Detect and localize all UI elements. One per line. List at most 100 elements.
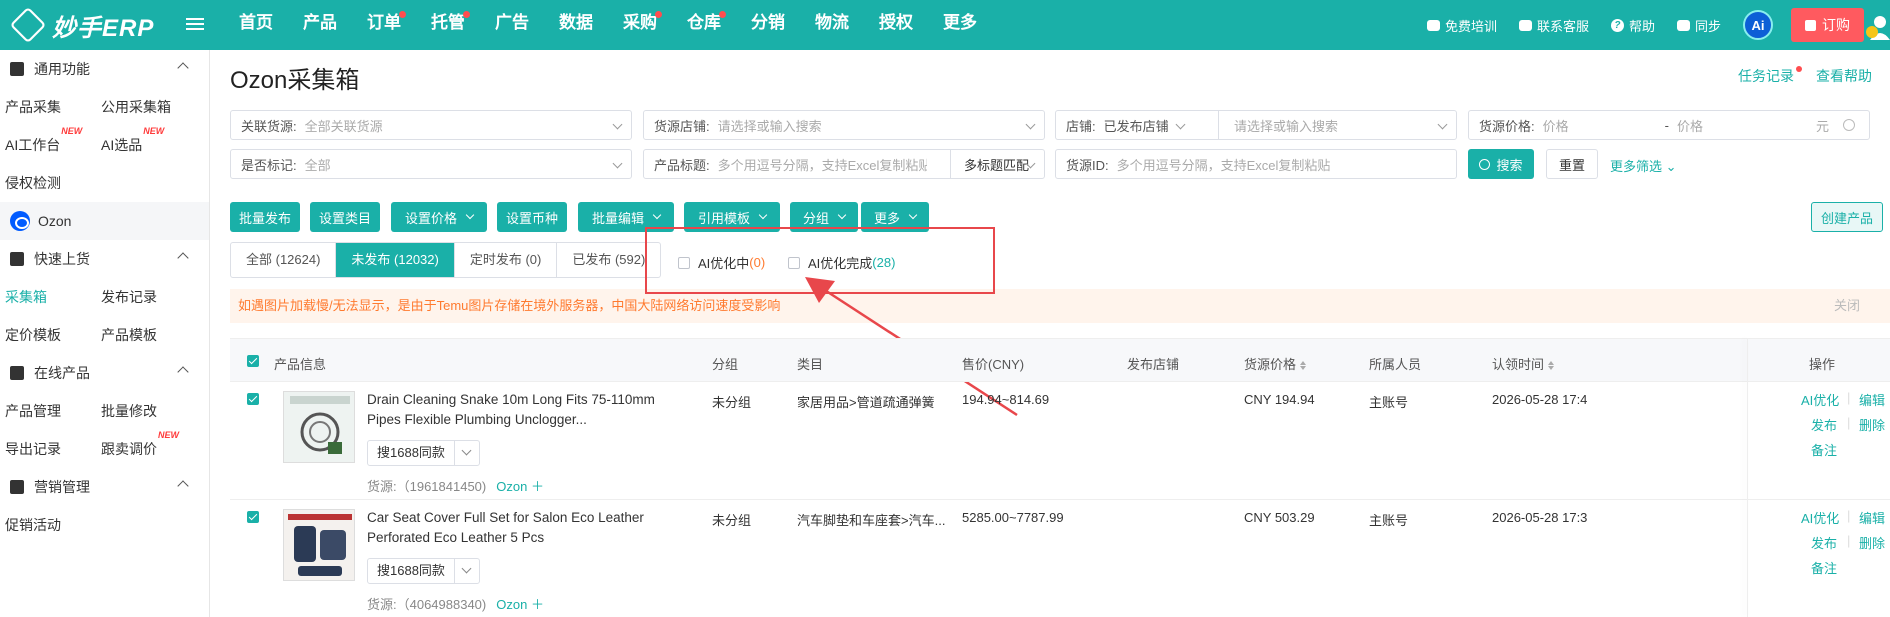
sidebar-item-collect-box[interactable]: 采集箱 [0,287,101,307]
ai-optimize-button[interactable]: AI优化 [1801,508,1839,527]
nav-item-ads[interactable]: 广告 [480,0,544,50]
source-store-select[interactable]: 货源店铺: 请选择或输入搜索 [643,110,1045,140]
sidebar-item-public-box[interactable]: 公用采集箱 [101,97,202,117]
platform-ozon-link[interactable]: Ozon ＋ [496,597,544,612]
sidebar-item-follow-price[interactable]: 跟卖调价 NEW [101,430,202,459]
help-link[interactable]: ? 帮助 [1610,16,1655,35]
note-button[interactable]: 备注 [1811,440,1837,459]
set-currency-button[interactable]: 设置币种 [497,202,567,232]
shop-filter[interactable]: 店铺: 已发布店铺 请选择或输入搜索 [1055,110,1457,140]
product-title-link[interactable]: Drain Cleaning Snake 10m Long Fits 75-11… [367,390,667,430]
chevron-down-icon[interactable] [455,559,479,583]
search-button[interactable]: 搜索 [1468,149,1534,179]
col-product-info: 产品信息 [274,357,327,372]
batch-publish-button[interactable]: 批量发布 [230,202,300,232]
chevron-down-icon[interactable] [455,441,479,465]
tab-unpublished[interactable]: 未发布 (12032) [336,243,455,277]
sync-link[interactable]: 同步 [1676,16,1721,35]
support-link[interactable]: 联系客服 [1518,16,1589,35]
nav-item-products[interactable]: 产品 [288,0,352,50]
task-log-link[interactable]: 任务记录 [1738,66,1794,86]
menu-icon[interactable] [186,15,204,33]
tab-all[interactable]: 全部 (12624) [231,243,337,277]
sidebar-section-common[interactable]: 通用功能 [0,50,209,88]
chevron-down-icon [837,210,847,220]
set-price-dropdown[interactable]: 设置价格 [391,202,487,232]
sidebar-item-product-template[interactable]: 产品模板 [101,325,202,345]
sidebar-item-infringement[interactable]: 侵权检测 [0,173,101,193]
col-claim-time[interactable]: 认领时间 [1492,354,1555,373]
notice-close-button[interactable]: 关闭 [1834,289,1860,323]
note-button[interactable]: 备注 [1811,558,1837,577]
tab-scheduled[interactable]: 定时发布 (0) [455,243,558,277]
product-title-input[interactable]: 多个用逗号分隔，支持Excel复制粘贴 [710,155,927,174]
nav-item-more[interactable]: 更多 [928,0,992,50]
nav-item-hosting[interactable]: 托管 [416,0,480,50]
select-all-checkbox[interactable] [247,355,259,367]
sort-icon[interactable] [1300,361,1307,370]
order-button[interactable]: 订购 [1791,8,1864,42]
sidebar-item-product-manage[interactable]: 产品管理 [0,401,101,421]
ai-assistant-button[interactable]: Ai [1743,10,1773,40]
sidebar-platform-ozon[interactable]: Ozon [0,202,209,240]
edit-button[interactable]: 编辑 [1859,390,1885,409]
chevron-down-icon [1175,119,1186,130]
price-max-input[interactable]: 价格 [1669,116,1794,135]
reset-button[interactable]: 重置 [1546,149,1598,179]
sidebar-item-price-template[interactable]: 定价模板 [0,325,101,345]
search-1688-dropdown[interactable]: 搜1688同款 [367,558,480,584]
shop-status-select[interactable]: 已发布店铺 [1096,116,1169,135]
price-min-input[interactable]: 价格 [1535,116,1665,135]
nav-item-purchase[interactable]: 采购 [608,0,672,50]
delete-button[interactable]: 删除 [1859,415,1885,434]
sidebar-section-quick[interactable]: 快速上货 [0,240,209,278]
nav-item-warehouse[interactable]: 仓库 [672,0,736,50]
set-category-button[interactable]: 设置类目 [310,202,380,232]
nav-item-logistics[interactable]: 物流 [800,0,864,50]
sidebar-item-batch-edit[interactable]: 批量修改 [101,401,202,421]
sidebar-item-publish-log[interactable]: 发布记录 [101,287,202,307]
delete-button[interactable]: 删除 [1859,533,1885,552]
nav-item-orders[interactable]: 订单 [352,0,416,50]
cell-source-price: CNY 194.94 [1244,392,1315,407]
nav-item-distribution[interactable]: 分销 [736,0,800,50]
mark-status-select[interactable]: 是否标记: 全部 [230,149,632,179]
nav-item-authorization[interactable]: 授权 [864,0,928,50]
create-product-button[interactable]: 创建产品 [1811,202,1883,232]
sidebar-item-ai-selection[interactable]: AI选品 NEW [101,126,202,155]
notification-dot [1796,66,1802,72]
sidebar-section-online[interactable]: 在线产品 [0,354,209,392]
shop-search-input[interactable]: 请选择或输入搜索 [1226,116,1338,135]
nav-item-data[interactable]: 数据 [544,0,608,50]
avatar[interactable] [1866,12,1890,40]
title-match-select[interactable]: 多标题匹配 [956,155,1029,174]
product-title-link[interactable]: Car Seat Cover Full Set for Salon Eco Le… [367,508,667,548]
sort-icon[interactable] [1548,361,1555,370]
product-thumbnail[interactable] [283,509,355,581]
ai-optimize-button[interactable]: AI优化 [1801,390,1839,409]
chevron-up-icon [177,62,189,74]
publish-button[interactable]: 发布 [1811,415,1837,434]
clear-icon[interactable] [1843,119,1855,131]
free-training-link[interactable]: 免费培训 [1426,16,1497,35]
sidebar-item-ai-workbench[interactable]: AI工作台 NEW [0,126,101,155]
platform-ozon-link[interactable]: Ozon ＋ [496,479,544,494]
nav-item-home[interactable]: 首页 [224,0,288,50]
row-checkbox[interactable] [247,511,259,523]
col-source-price[interactable]: 货源价格 [1244,354,1307,373]
row-checkbox[interactable] [247,393,259,405]
product-thumbnail[interactable] [283,391,355,463]
help-doc-link[interactable]: 查看帮助 [1816,66,1872,86]
search-1688-dropdown[interactable]: 搜1688同款 [367,440,480,466]
source-id-input[interactable]: 多个用逗号分隔，支持Excel复制粘贴 [1109,155,1331,174]
sidebar-item-product-collect[interactable]: 产品采集 [0,97,101,117]
sidebar-section-marketing[interactable]: 营销管理 [0,468,209,506]
edit-button[interactable]: 编辑 [1859,508,1885,527]
logo[interactable]: 妙手ERP [9,6,154,44]
more-filters-link[interactable]: 更多筛选 ⌄ [1610,156,1677,175]
sidebar-item-export-log[interactable]: 导出记录 [0,439,101,459]
related-source-select[interactable]: 关联货源: 全部关联货源 [230,110,632,140]
table-header: 产品信息 分组 类目 售价(CNY) 发布店铺 货源价格 所属人员 认领时间 操… [230,338,1890,382]
sidebar-item-promotion[interactable]: 促销活动 [0,515,101,535]
publish-button[interactable]: 发布 [1811,533,1837,552]
